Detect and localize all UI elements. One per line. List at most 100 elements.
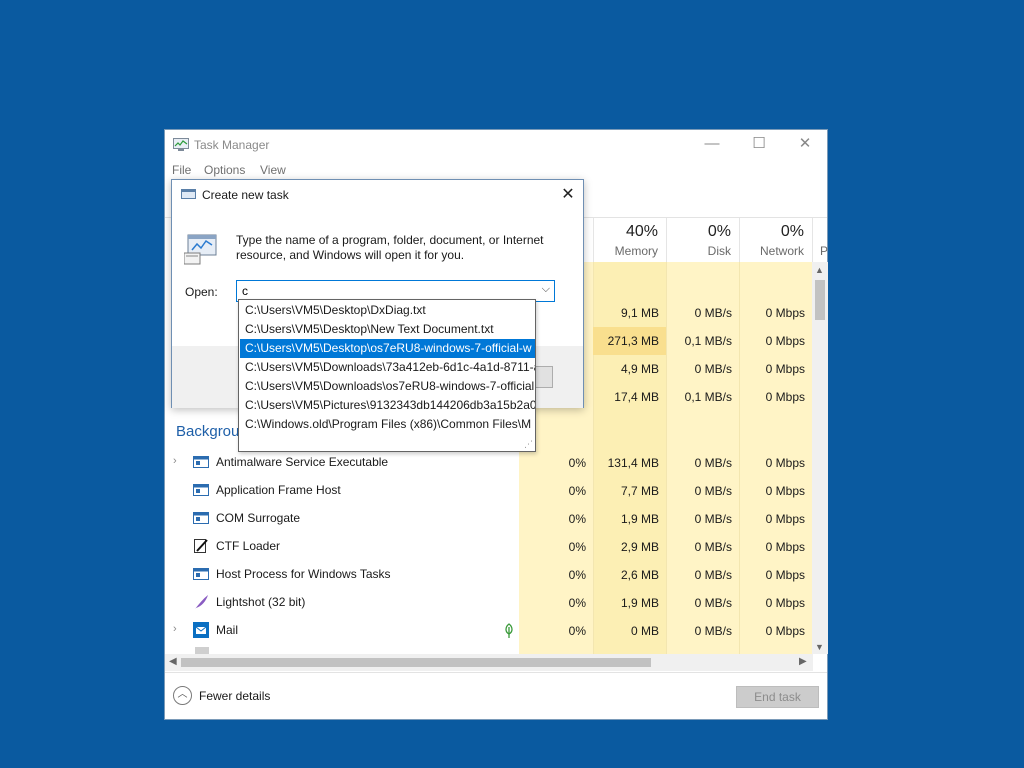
cpu-cell: 0%	[568, 512, 586, 526]
maximize-button[interactable]: ☐	[736, 130, 782, 160]
network-cell: 0 Mbps	[765, 484, 805, 498]
memory-percent: 40%	[625, 223, 658, 240]
cpu-cell: 0%	[568, 568, 586, 582]
menu-file[interactable]: File	[172, 163, 191, 177]
menu-bar: File Options View	[165, 160, 827, 180]
service-window-icon	[193, 512, 209, 524]
service-window-icon	[193, 484, 209, 496]
memory-cell: 2,9 MB	[620, 540, 659, 554]
open-input[interactable]	[239, 282, 529, 300]
service-window-icon	[193, 456, 209, 468]
scroll-up-arrow-icon[interactable]: ▲	[815, 265, 824, 275]
scroll-left-arrow-icon[interactable]: ◀	[169, 656, 177, 667]
network-percent: 0%	[780, 223, 804, 240]
table-row[interactable]: › Mail 0% 0 MB 0 MB/s 0 Mbps	[165, 617, 813, 645]
menu-options[interactable]: Options	[204, 163, 245, 177]
leaf-suspended-icon	[505, 623, 513, 638]
autocomplete-item[interactable]: C:\Users\VM5\Pictures\9132343db144206db3…	[240, 396, 535, 415]
minimize-button[interactable]: —	[689, 130, 735, 160]
network-cell: 0 Mbps	[765, 306, 805, 320]
end-task-button[interactable]: End task	[736, 686, 819, 708]
horizontal-scrollbar[interactable]: ◀ ▶	[165, 654, 813, 671]
close-button[interactable]: ✕	[782, 130, 828, 160]
process-name: CTF Loader	[216, 539, 281, 553]
disk-cell: 0,1 MB/s	[684, 334, 732, 348]
process-name: Lightshot (32 bit)	[216, 595, 306, 609]
network-cell: 0 Mbps	[765, 456, 805, 470]
table-row[interactable]: COM Surrogate 0% 1,9 MB 0 MB/s 0 Mbps	[165, 505, 813, 533]
autocomplete-item[interactable]: C:\Users\VM5\Downloads\73a412eb-6d1c-4a1…	[240, 358, 535, 377]
autocomplete-item-selected[interactable]: C:\Users\VM5\Desktop\os7eRU8-windows-7-o…	[240, 339, 535, 358]
scroll-down-arrow-icon[interactable]: ▼	[815, 642, 824, 652]
memory-cell: 271,3 MB	[607, 334, 659, 348]
dialog-title: Create new task	[202, 188, 289, 202]
dialog-close-button[interactable]: ✕	[553, 180, 583, 210]
partial-row-icon	[195, 647, 209, 654]
feather-icon	[195, 595, 208, 609]
network-cell: 0 Mbps	[765, 512, 805, 526]
column-memory[interactable]: 40% Memory	[593, 218, 666, 262]
run-icon	[181, 189, 196, 199]
network-label: Network	[759, 244, 804, 258]
autocomplete-item[interactable]: C:\Users\VM5\Downloads\os7eRU8-windows-7…	[240, 377, 535, 396]
disk-cell: 0 MB/s	[694, 456, 732, 470]
expand-chevron-icon[interactable]: ›	[173, 623, 177, 635]
memory-cell: 0 MB	[630, 624, 659, 638]
task-manager-icon	[173, 138, 189, 151]
column-network[interactable]: 0% Network	[739, 218, 812, 262]
autocomplete-item[interactable]: C:\Windows.old\Program Files (x86)\Commo…	[240, 415, 535, 434]
pen-notepad-icon	[194, 539, 208, 553]
network-cell: 0 Mbps	[765, 390, 805, 404]
title-bar[interactable]: Task Manager — ☐ ✕	[165, 130, 827, 160]
power-label: P	[820, 244, 829, 258]
memory-cell: 1,9 MB	[620, 512, 659, 526]
table-row[interactable]: Application Frame Host 0% 7,7 MB 0 MB/s …	[165, 477, 813, 505]
table-row[interactable]: Lightshot (32 bit) 0% 1,9 MB 0 MB/s 0 Mb…	[165, 589, 813, 617]
table-row[interactable]: Host Process for Windows Tasks 0% 2,6 MB…	[165, 561, 813, 589]
memory-label: Memory	[614, 244, 658, 258]
dialog-title-bar[interactable]: Create new task ✕	[172, 180, 583, 211]
chevron-up-icon: ︿	[173, 686, 192, 705]
cpu-cell: 0%	[568, 540, 586, 554]
horizontal-scroll-thumb[interactable]	[181, 658, 651, 667]
memory-cell: 7,7 MB	[620, 484, 659, 498]
autocomplete-list: C:\Users\VM5\Desktop\DxDiag.txt C:\Users…	[238, 299, 536, 452]
resize-grip-icon[interactable]: ⋰	[524, 439, 533, 450]
disk-cell: 0 MB/s	[694, 512, 732, 526]
autocomplete-item[interactable]: C:\Users\VM5\Desktop\DxDiag.txt	[240, 301, 535, 320]
mail-icon	[193, 622, 209, 638]
open-label: Open:	[185, 285, 218, 299]
network-cell: 0 Mbps	[765, 334, 805, 348]
disk-cell: 0 MB/s	[694, 540, 732, 554]
column-power[interactable]: P	[812, 218, 829, 262]
table-row[interactable]: › Antimalware Service Executable 0% 131,…	[165, 449, 813, 477]
disk-cell: 0 MB/s	[694, 624, 732, 638]
cpu-cell: 0%	[568, 624, 586, 638]
chevron-down-icon[interactable]: ⌵	[542, 283, 550, 296]
disk-cell: 0,1 MB/s	[684, 390, 732, 404]
dialog-message: Type the name of a program, folder, docu…	[236, 233, 544, 262]
network-cell: 0 Mbps	[765, 362, 805, 376]
vertical-scrollbar[interactable]: ▲ ▼	[812, 262, 828, 654]
run-program-icon	[184, 234, 217, 265]
disk-label: Disk	[707, 244, 731, 258]
column-disk[interactable]: 0% Disk	[666, 218, 739, 262]
network-cell: 0 Mbps	[765, 568, 805, 582]
network-cell: 0 Mbps	[765, 540, 805, 554]
menu-view[interactable]: View	[260, 163, 286, 177]
scroll-right-arrow-icon[interactable]: ▶	[799, 656, 807, 667]
disk-cell: 0 MB/s	[694, 568, 732, 582]
memory-cell: 2,6 MB	[620, 568, 659, 582]
memory-cell: 9,1 MB	[620, 306, 659, 320]
expand-chevron-icon[interactable]: ›	[173, 455, 177, 467]
memory-cell: 131,4 MB	[607, 456, 659, 470]
vertical-scroll-thumb[interactable]	[815, 280, 825, 320]
disk-cell: 0 MB/s	[694, 362, 732, 376]
cpu-cell: 0%	[568, 484, 586, 498]
autocomplete-item[interactable]: C:\Users\VM5\Desktop\New Text Document.t…	[240, 320, 535, 339]
disk-cell: 0 MB/s	[694, 484, 732, 498]
memory-cell: 4,9 MB	[620, 362, 659, 376]
service-window-icon	[193, 568, 209, 580]
table-row[interactable]: CTF Loader 0% 2,9 MB 0 MB/s 0 Mbps	[165, 533, 813, 561]
process-name: Mail	[216, 623, 239, 637]
